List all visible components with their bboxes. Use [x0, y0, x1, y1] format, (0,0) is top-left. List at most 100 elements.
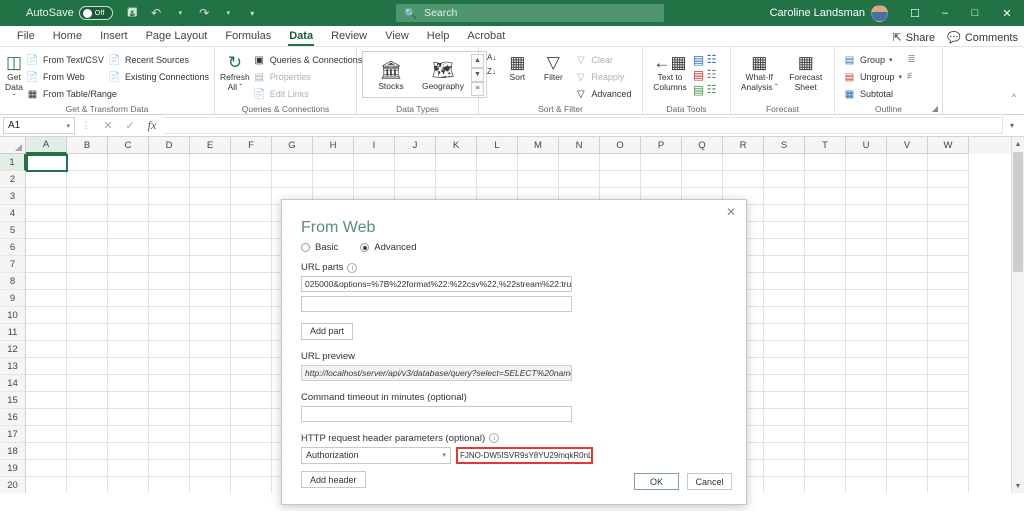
recent-sources-button[interactable]: 📄 Recent Sources	[105, 52, 212, 68]
sort-ascending-button[interactable]: A↓	[487, 54, 496, 62]
cell-S14[interactable]	[764, 375, 805, 392]
cell-S7[interactable]	[764, 256, 805, 273]
cell-D6[interactable]	[149, 239, 190, 256]
tab-data[interactable]: Data	[280, 26, 322, 46]
cell-E10[interactable]	[190, 307, 231, 324]
cell-S18[interactable]	[764, 443, 805, 460]
cell-T6[interactable]	[805, 239, 846, 256]
cell-C13[interactable]	[108, 358, 149, 375]
geography-button[interactable]: 🗺 Geography	[417, 59, 469, 91]
add-header-button[interactable]: Add header	[301, 471, 366, 488]
mode-advanced-radio[interactable]: Advanced	[360, 242, 417, 253]
cell-T10[interactable]	[805, 307, 846, 324]
cell-F10[interactable]	[231, 307, 272, 324]
refresh-all-button[interactable]: ↻ Refresh All ˇ	[220, 50, 250, 92]
cell-U7[interactable]	[846, 256, 887, 273]
cell-S13[interactable]	[764, 358, 805, 375]
cell-A4[interactable]	[26, 205, 67, 222]
row-header-7[interactable]: 7	[0, 256, 26, 273]
cell-A7[interactable]	[26, 256, 67, 273]
cell-Q1[interactable]	[682, 154, 723, 171]
cell-D17[interactable]	[149, 426, 190, 443]
restore-button[interactable]: □	[960, 0, 990, 26]
cell-F13[interactable]	[231, 358, 272, 375]
cell-A17[interactable]	[26, 426, 67, 443]
cell-B13[interactable]	[67, 358, 108, 375]
ungroup-chevron-down-icon[interactable]: ▾	[899, 73, 903, 81]
info-icon[interactable]: i	[347, 262, 358, 273]
cell-A10[interactable]	[26, 307, 67, 324]
cell-T2[interactable]	[805, 171, 846, 188]
cell-T20[interactable]	[805, 477, 846, 493]
cell-Q2[interactable]	[682, 171, 723, 188]
autosave-control[interactable]: AutoSave Off	[26, 6, 113, 20]
data-validation-icon[interactable]: ▤	[692, 83, 705, 97]
cell-T16[interactable]	[805, 409, 846, 426]
cell-U2[interactable]	[846, 171, 887, 188]
cell-W5[interactable]	[928, 222, 969, 239]
cell-B11[interactable]	[67, 324, 108, 341]
cell-T9[interactable]	[805, 290, 846, 307]
cell-C9[interactable]	[108, 290, 149, 307]
cell-U11[interactable]	[846, 324, 887, 341]
column-header-g[interactable]: G	[272, 137, 313, 154]
column-header-s[interactable]: S	[764, 137, 805, 154]
cell-B4[interactable]	[67, 205, 108, 222]
row-header-11[interactable]: 11	[0, 324, 26, 341]
subtotal-button[interactable]: ▦ Subtotal	[840, 86, 905, 102]
cell-V15[interactable]	[887, 392, 928, 409]
column-header-n[interactable]: N	[559, 137, 600, 154]
cell-T12[interactable]	[805, 341, 846, 358]
cell-D13[interactable]	[149, 358, 190, 375]
cell-S15[interactable]	[764, 392, 805, 409]
cell-F7[interactable]	[231, 256, 272, 273]
cell-I2[interactable]	[354, 171, 395, 188]
cell-B19[interactable]	[67, 460, 108, 477]
cell-F4[interactable]	[231, 205, 272, 222]
tab-insert[interactable]: Insert	[91, 26, 137, 46]
cell-C20[interactable]	[108, 477, 149, 493]
save-icon[interactable]: 🖪	[125, 5, 140, 21]
cell-T3[interactable]	[805, 188, 846, 205]
sort-button[interactable]: ▦ Sort	[499, 50, 535, 82]
tab-page-layout[interactable]: Page Layout	[137, 26, 217, 46]
from-text-csv-button[interactable]: 📄 From Text/CSV	[23, 52, 105, 68]
cell-V8[interactable]	[887, 273, 928, 290]
comments-button[interactable]: 💬 Comments	[947, 31, 1018, 45]
cell-W20[interactable]	[928, 477, 969, 493]
column-header-u[interactable]: U	[846, 137, 887, 154]
cell-H1[interactable]	[313, 154, 354, 171]
column-header-a[interactable]: A	[26, 137, 67, 154]
cell-P1[interactable]	[641, 154, 682, 171]
manage-data-model-icon[interactable]: ☷	[705, 83, 718, 96]
cell-K1[interactable]	[436, 154, 477, 171]
cell-F20[interactable]	[231, 477, 272, 493]
cell-F9[interactable]	[231, 290, 272, 307]
cell-S12[interactable]	[764, 341, 805, 358]
cell-F1[interactable]	[231, 154, 272, 171]
cell-B8[interactable]	[67, 273, 108, 290]
column-header-q[interactable]: Q	[682, 137, 723, 154]
cell-C19[interactable]	[108, 460, 149, 477]
cell-F16[interactable]	[231, 409, 272, 426]
cell-D15[interactable]	[149, 392, 190, 409]
cell-A9[interactable]	[26, 290, 67, 307]
cell-C1[interactable]	[108, 154, 149, 171]
cell-E8[interactable]	[190, 273, 231, 290]
cell-W17[interactable]	[928, 426, 969, 443]
cell-A5[interactable]	[26, 222, 67, 239]
column-header-h[interactable]: H	[313, 137, 354, 154]
tab-review[interactable]: Review	[322, 26, 376, 46]
column-header-r[interactable]: R	[723, 137, 764, 154]
cell-K2[interactable]	[436, 171, 477, 188]
cell-C14[interactable]	[108, 375, 149, 392]
cell-V5[interactable]	[887, 222, 928, 239]
cell-B17[interactable]	[67, 426, 108, 443]
row-header-1[interactable]: 1	[0, 154, 26, 171]
cell-B20[interactable]	[67, 477, 108, 493]
cell-T4[interactable]	[805, 205, 846, 222]
cell-T14[interactable]	[805, 375, 846, 392]
cancel-entry-icon[interactable]: ✕	[97, 119, 119, 132]
tab-view[interactable]: View	[376, 26, 418, 46]
cell-C11[interactable]	[108, 324, 149, 341]
